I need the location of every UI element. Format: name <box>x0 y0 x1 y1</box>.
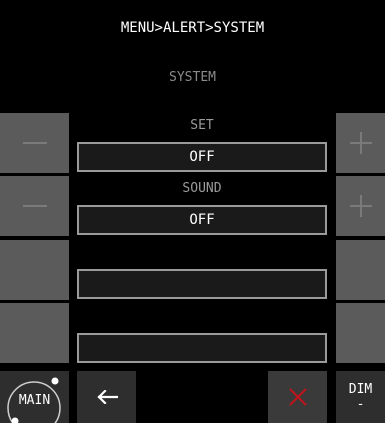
cancel-button[interactable] <box>268 371 327 423</box>
minus-icon <box>22 205 47 207</box>
sound-increase-button[interactable] <box>336 176 385 236</box>
set-label: SET <box>190 118 214 133</box>
dim-value: - <box>356 397 365 412</box>
set-value-field[interactable]: OFF <box>77 142 327 172</box>
plus-icon <box>349 132 372 154</box>
cancel-x-icon <box>288 388 307 406</box>
row4-right-button[interactable] <box>336 303 385 363</box>
set-increase-button[interactable] <box>336 113 385 173</box>
minus-icon <box>22 142 47 144</box>
row3-value-field[interactable] <box>77 269 327 299</box>
main-label: MAIN <box>18 393 51 408</box>
set-decrease-button[interactable] <box>0 113 69 173</box>
row3-right-button[interactable] <box>336 240 385 300</box>
main-button[interactable]: MAIN <box>0 371 69 423</box>
back-arrow-icon <box>96 390 118 404</box>
back-button[interactable] <box>77 371 136 423</box>
row3-left-button[interactable] <box>0 240 69 300</box>
dim-label: DIM <box>348 382 373 397</box>
dim-button[interactable]: DIM - <box>336 371 385 423</box>
sound-label: SOUND <box>182 181 222 196</box>
sound-value-field[interactable]: OFF <box>77 205 327 235</box>
breadcrumb: MENU>ALERT>SYSTEM <box>120 19 265 36</box>
row4-left-button[interactable] <box>0 303 69 363</box>
sound-decrease-button[interactable] <box>0 176 69 236</box>
plus-icon <box>349 195 372 217</box>
row4-value-field[interactable] <box>77 333 327 363</box>
page-title: SYSTEM <box>169 70 216 85</box>
